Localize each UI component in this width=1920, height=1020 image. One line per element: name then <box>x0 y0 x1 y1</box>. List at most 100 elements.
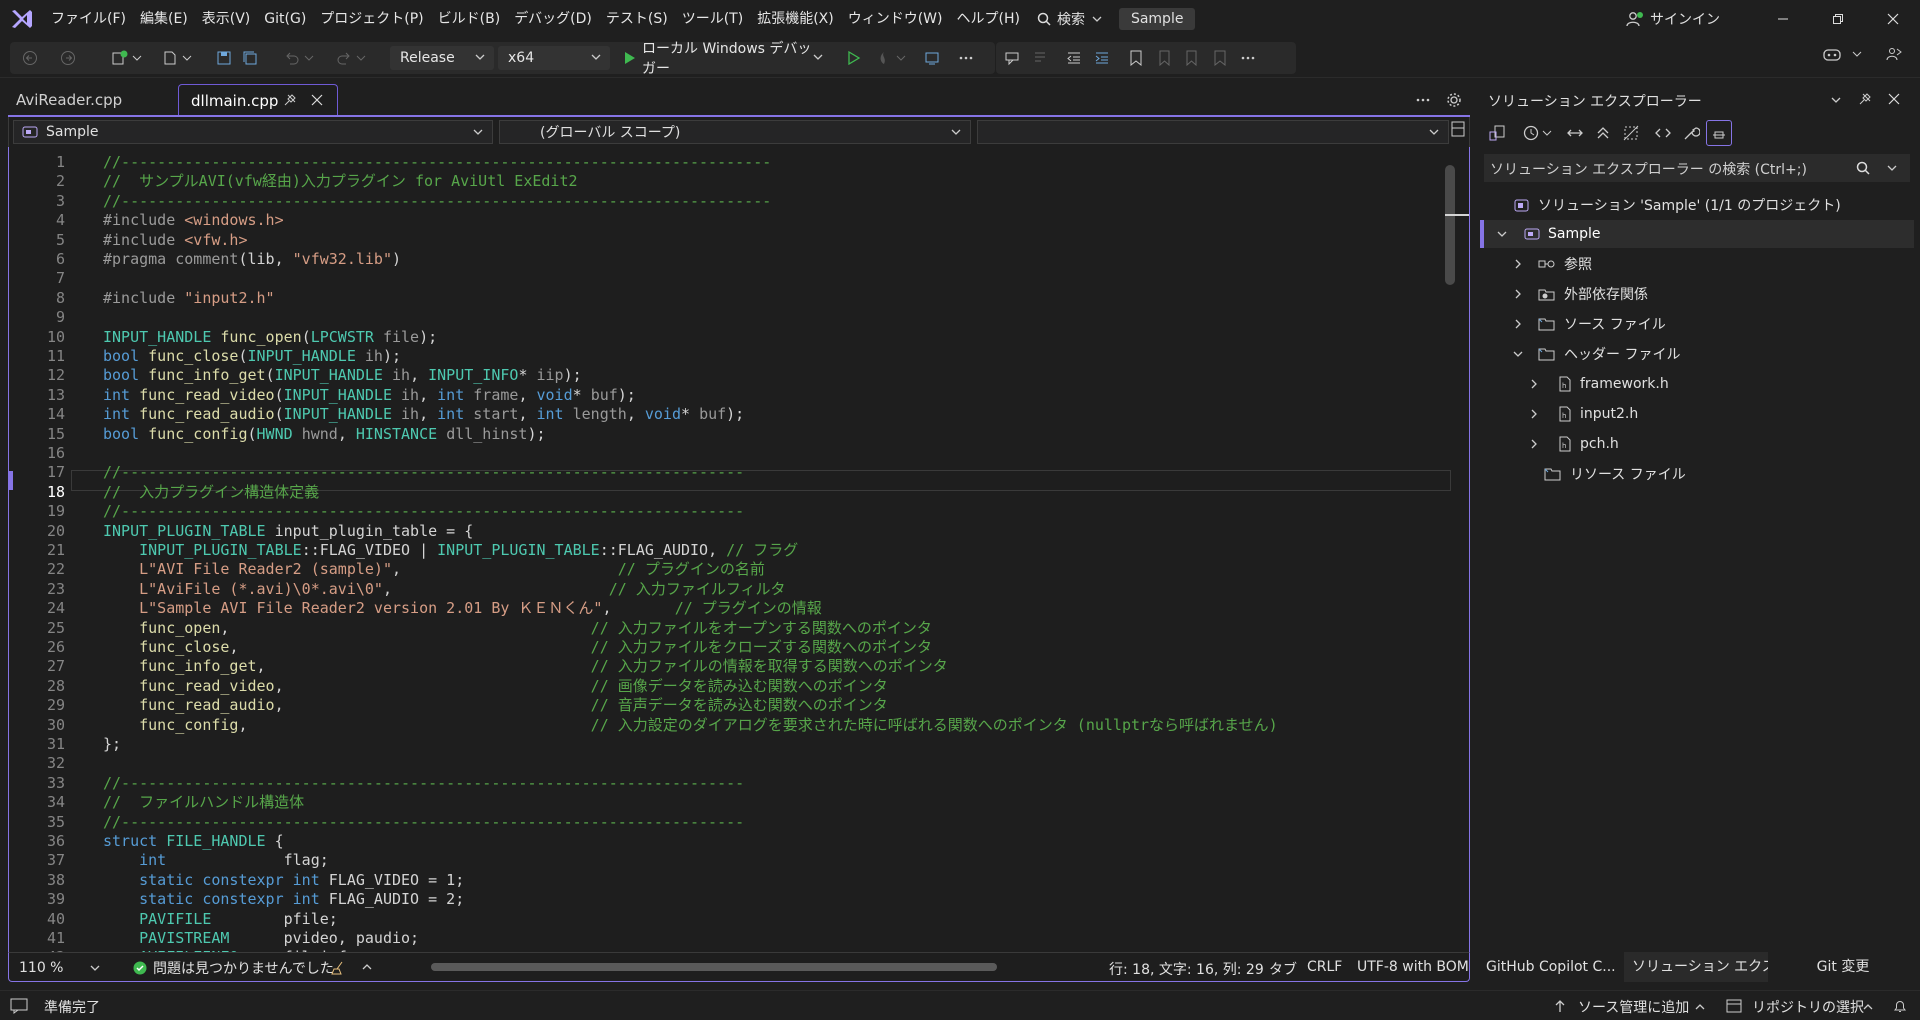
pin-icon[interactable] <box>283 93 297 107</box>
previous-bookmark-button[interactable] <box>1152 46 1176 70</box>
menu-project[interactable]: プロジェクト(P) <box>313 0 430 38</box>
tree-item-source-files[interactable]: ソース ファイル <box>1512 309 1666 339</box>
open-file-button[interactable] <box>158 46 182 70</box>
menu-file[interactable]: ファイル(F) <box>44 0 133 38</box>
show-all-files-icon[interactable] <box>1622 124 1640 142</box>
copilot-dropdown[interactable] <box>1850 42 1864 66</box>
code-line[interactable]: //--------------------------------------… <box>103 153 771 172</box>
bell-icon[interactable] <box>1892 998 1908 1014</box>
code-line[interactable]: }; <box>103 735 121 754</box>
decrease-indent-button[interactable] <box>1062 46 1086 70</box>
menu-git[interactable]: Git(G) <box>257 0 313 38</box>
restore-button[interactable] <box>1815 0 1861 38</box>
tab-git-changes[interactable]: Git 変更 <box>1770 952 1916 982</box>
code-line[interactable]: func_close, // 入力ファイルをクローズする関数へのポインタ <box>103 638 932 657</box>
live-share-button[interactable] <box>1882 42 1906 66</box>
code-line[interactable]: L"Sample AVI File Reader2 version 2.01 B… <box>103 599 822 618</box>
code-line[interactable]: //--------------------------------------… <box>103 463 744 482</box>
code-line[interactable]: int func_read_audio(INPUT_HANDLE ih, int… <box>103 405 744 424</box>
chevron-down-icon[interactable] <box>1542 128 1552 138</box>
close-window-button[interactable] <box>1870 0 1916 38</box>
menu-edit[interactable]: 編集(E) <box>133 0 195 38</box>
toolbar-overflow-button[interactable] <box>954 46 978 70</box>
menu-view[interactable]: 表示(V) <box>195 0 258 38</box>
navigate-back-button[interactable] <box>18 46 42 70</box>
tree-item-references[interactable]: 参照 <box>1512 249 1592 279</box>
code-line[interactable]: #include "input2.h" <box>103 289 275 308</box>
code-line[interactable]: func_config, // 入力設定のダイアログを要求された時に呼ばれる関数… <box>103 716 1278 735</box>
code-line[interactable]: PAVIFILE pfile; <box>103 910 338 929</box>
chevron-down-icon[interactable] <box>1830 94 1842 106</box>
uncomment-button[interactable] <box>1028 46 1052 70</box>
code-line[interactable]: struct FILE_HANDLE { <box>103 832 284 851</box>
properties-wrench-icon[interactable] <box>1682 124 1700 142</box>
horizontal-scrollbar[interactable] <box>431 963 997 971</box>
preview-selected-items-icon[interactable] <box>1706 120 1732 146</box>
solution-explorer-search-field[interactable]: ソリューション エクスプローラー の検索 (Ctrl+;) <box>1484 154 1910 182</box>
code-line[interactable]: #include <vfw.h> <box>103 231 248 250</box>
code-line[interactable]: int flag; <box>103 851 329 870</box>
code-line[interactable]: //--------------------------------------… <box>103 502 744 521</box>
redo-dropdown[interactable] <box>354 46 368 70</box>
menu-debug[interactable]: デバッグ(D) <box>507 0 599 38</box>
minimize-button[interactable] <box>1760 0 1806 38</box>
new-project-dropdown[interactable] <box>130 46 144 70</box>
chevron-up-icon[interactable] <box>361 961 373 973</box>
code-line[interactable]: func_info_get, // 入力ファイルの情報を取得する関数へのポインタ <box>103 657 948 676</box>
browser-link-button[interactable] <box>920 46 944 70</box>
member-select[interactable] <box>977 120 1449 144</box>
code-editor[interactable]: 1 //-------------------------------------… <box>8 147 1470 952</box>
increase-indent-button[interactable] <box>1090 46 1114 70</box>
code-line[interactable]: #pragma comment(lib, "vfw32.lib") <box>103 250 401 269</box>
collapse-all-icon[interactable] <box>1594 124 1612 142</box>
code-line[interactable]: L"AviFile (*.avi)\0*.avi\0", // 入力ファイルフィ… <box>103 580 785 599</box>
sync-with-document-icon[interactable] <box>1566 124 1584 142</box>
pending-changes-filter-icon[interactable] <box>1522 124 1540 142</box>
code-line[interactable]: PAVISTREAM pvideo, paudio; <box>103 929 419 948</box>
tab-solution-explorer[interactable]: ソリューション エクス... <box>1624 952 1768 982</box>
zoom-select[interactable]: 110 % <box>15 957 105 979</box>
split-window-icon[interactable] <box>1451 121 1465 137</box>
code-line[interactable]: static constexpr int FLAG_AUDIO = 2; <box>103 890 464 909</box>
file-encoding[interactable]: UTF-8 with BOM <box>1357 959 1469 975</box>
menu-tools[interactable]: ツール(T) <box>675 0 750 38</box>
code-line[interactable]: static constexpr int FLAG_VIDEO = 1; <box>103 871 464 890</box>
start-without-debugging-button[interactable] <box>842 46 866 70</box>
tree-item-project-sample[interactable]: Sample <box>1496 219 1601 249</box>
editor-vertical-scrollbar[interactable] <box>1445 165 1455 285</box>
undo-button[interactable] <box>280 46 304 70</box>
switch-views-icon[interactable] <box>1488 124 1506 142</box>
save-all-button[interactable] <box>238 46 262 70</box>
search-button[interactable]: 検索 <box>1027 0 1113 38</box>
comment-button[interactable] <box>1000 46 1024 70</box>
code-line[interactable]: //--------------------------------------… <box>103 774 744 793</box>
code-line[interactable]: bool func_info_get(INPUT_HANDLE ih, INPU… <box>103 366 582 385</box>
view-code-icon[interactable] <box>1654 124 1672 142</box>
code-line[interactable]: // ファイルハンドル構造体 <box>103 793 304 812</box>
solution-configuration-select[interactable]: Release <box>390 46 494 70</box>
close-tab-icon[interactable] <box>311 94 323 106</box>
toggle-bookmark-button[interactable] <box>1124 46 1148 70</box>
tab-avireader-cpp[interactable]: AviReader.cpp <box>4 84 134 116</box>
select-repository[interactable]: リポジトリの選択 <box>1752 997 1864 1017</box>
code-cleanup-brush-icon[interactable] <box>329 960 345 976</box>
new-project-button[interactable] <box>108 46 132 70</box>
menu-build[interactable]: ビルド(B) <box>431 0 508 38</box>
scope-select[interactable]: (グローバル スコープ) <box>499 120 971 144</box>
chevron-down-icon[interactable] <box>1886 162 1898 174</box>
search-icon[interactable] <box>1856 161 1870 175</box>
tree-item-header-files[interactable]: ヘッダー ファイル <box>1512 339 1680 369</box>
tree-item-framework-h[interactable]: h framework.h <box>1528 369 1669 399</box>
menu-test[interactable]: テスト(S) <box>599 0 675 38</box>
copilot-button[interactable] <box>1820 42 1844 66</box>
start-debugging-button[interactable]: ローカル Windows デバッガー <box>614 41 832 77</box>
open-file-dropdown[interactable] <box>180 46 194 70</box>
hot-reload-button[interactable] <box>872 46 896 70</box>
signin-button[interactable]: サインイン <box>1626 0 1720 38</box>
clear-bookmarks-button[interactable] <box>1208 46 1232 70</box>
code-line[interactable]: INPUT_HANDLE func_open(LPCWSTR file); <box>103 328 437 347</box>
menu-extensions[interactable]: 拡張機能(X) <box>750 0 841 38</box>
issues-indicator[interactable]: 問題は見つかりませんでした <box>133 957 334 979</box>
code-line[interactable]: #include <windows.h> <box>103 211 284 230</box>
tree-item-resource-files[interactable]: リソース ファイル <box>1544 459 1686 489</box>
